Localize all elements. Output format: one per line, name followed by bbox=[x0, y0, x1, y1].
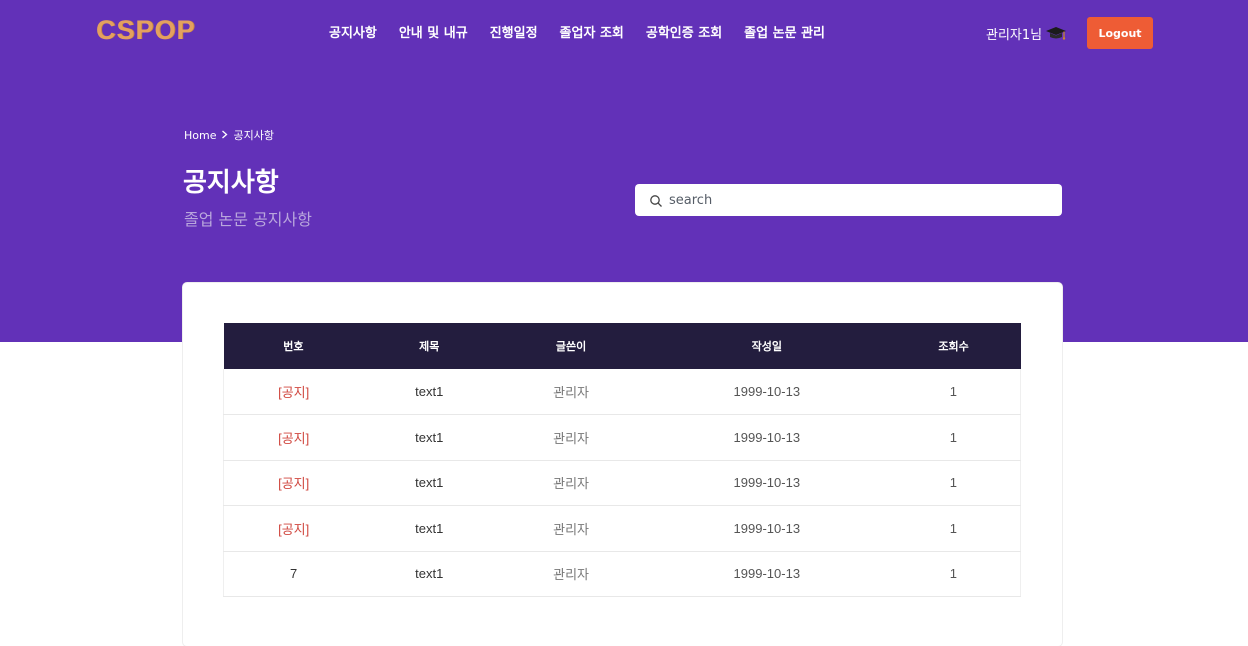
graduation-cap-icon bbox=[1045, 25, 1067, 43]
page-title: 공지사항 bbox=[183, 168, 279, 198]
column-header-author[interactable]: 글쓴이 bbox=[495, 323, 647, 369]
row-number: [공지] bbox=[278, 521, 310, 537]
search-input[interactable] bbox=[669, 192, 1049, 208]
user-greeting: 관리자1님 bbox=[986, 28, 1043, 43]
row-views: 1 bbox=[949, 520, 957, 536]
row-date: 1999-10-13 bbox=[733, 429, 801, 445]
row-author: 관리자 bbox=[553, 385, 589, 400]
table-row[interactable]: 7 text1 관리자 1999-10-13 1 bbox=[223, 551, 1021, 597]
row-number: 7 bbox=[290, 566, 298, 582]
row-title-link[interactable]: text1 bbox=[363, 506, 495, 552]
table-row[interactable]: [공지] text1 관리자 1999-10-13 1 bbox=[223, 505, 1021, 552]
row-date: 1999-10-13 bbox=[733, 520, 801, 536]
row-author: 관리자 bbox=[553, 567, 589, 583]
nav-item-graduate-lookup[interactable]: 졸업자 조회 bbox=[549, 22, 635, 42]
search-icon bbox=[649, 193, 663, 207]
nav-item-schedule[interactable]: 진행일정 bbox=[479, 22, 549, 42]
main-nav: 공지사항 안내 및 내규 진행일정 졸업자 조회 공학인증 조회 졸업 논문 관… bbox=[318, 22, 836, 42]
table-header-row: 번호 제목 글쓴이 작성일 조회수 bbox=[223, 323, 1021, 369]
row-date: 1999-10-13 bbox=[733, 566, 801, 582]
row-author: 관리자 bbox=[553, 476, 589, 492]
row-date: 1999-10-13 bbox=[733, 384, 801, 399]
column-header-title[interactable]: 제목 bbox=[363, 323, 495, 369]
row-title-link[interactable]: text1 bbox=[363, 551, 495, 597]
table-row[interactable]: [공지] text1 관리자 1999-10-13 1 bbox=[223, 460, 1021, 506]
row-date: 1999-10-13 bbox=[733, 475, 801, 491]
row-title-link[interactable]: text1 bbox=[363, 460, 495, 506]
column-header-views[interactable]: 조회수 bbox=[887, 323, 1021, 369]
breadcrumb: Home 공지사항 bbox=[184, 127, 274, 143]
notice-board-card: 번호 제목 글쓴이 작성일 조회수 [공지] text1 관리자 1999-10… bbox=[183, 283, 1062, 646]
row-title-link[interactable]: text1 bbox=[363, 415, 495, 461]
row-title-link[interactable]: text1 bbox=[363, 369, 495, 415]
notice-table: 번호 제목 글쓴이 작성일 조회수 [공지] text1 관리자 1999-10… bbox=[223, 323, 1021, 597]
breadcrumb-home[interactable]: Home bbox=[184, 129, 216, 142]
table-row[interactable]: [공지] text1 관리자 1999-10-13 1 bbox=[223, 414, 1021, 461]
nav-item-certification-lookup[interactable]: 공학인증 조회 bbox=[635, 22, 733, 42]
row-number: [공지] bbox=[278, 430, 310, 446]
row-author: 관리자 bbox=[553, 430, 589, 446]
row-views: 1 bbox=[949, 429, 957, 445]
row-author: 관리자 bbox=[553, 521, 589, 537]
chevron-right-icon bbox=[221, 129, 228, 142]
row-views: 1 bbox=[949, 384, 957, 399]
search-box bbox=[635, 184, 1062, 216]
column-header-date[interactable]: 작성일 bbox=[647, 323, 887, 369]
breadcrumb-current: 공지사항 bbox=[233, 129, 274, 142]
logo[interactable]: CSPOP bbox=[96, 15, 196, 46]
user-info: 관리자1님 bbox=[986, 24, 1067, 43]
nav-item-thesis-management[interactable]: 졸업 논문 관리 bbox=[733, 22, 836, 42]
page-subtitle: 졸업 논문 공지사항 bbox=[184, 210, 312, 229]
nav-item-notices[interactable]: 공지사항 bbox=[318, 22, 388, 42]
table-row[interactable]: [공지] text1 관리자 1999-10-13 1 bbox=[223, 369, 1021, 415]
row-views: 1 bbox=[949, 566, 957, 582]
nav-item-guide-rules[interactable]: 안내 및 내규 bbox=[388, 22, 479, 42]
column-header-number[interactable]: 번호 bbox=[224, 323, 364, 369]
logout-button[interactable]: Logout bbox=[1087, 17, 1153, 49]
row-number: [공지] bbox=[278, 476, 310, 492]
row-views: 1 bbox=[949, 475, 957, 491]
row-number: [공지] bbox=[278, 385, 310, 400]
